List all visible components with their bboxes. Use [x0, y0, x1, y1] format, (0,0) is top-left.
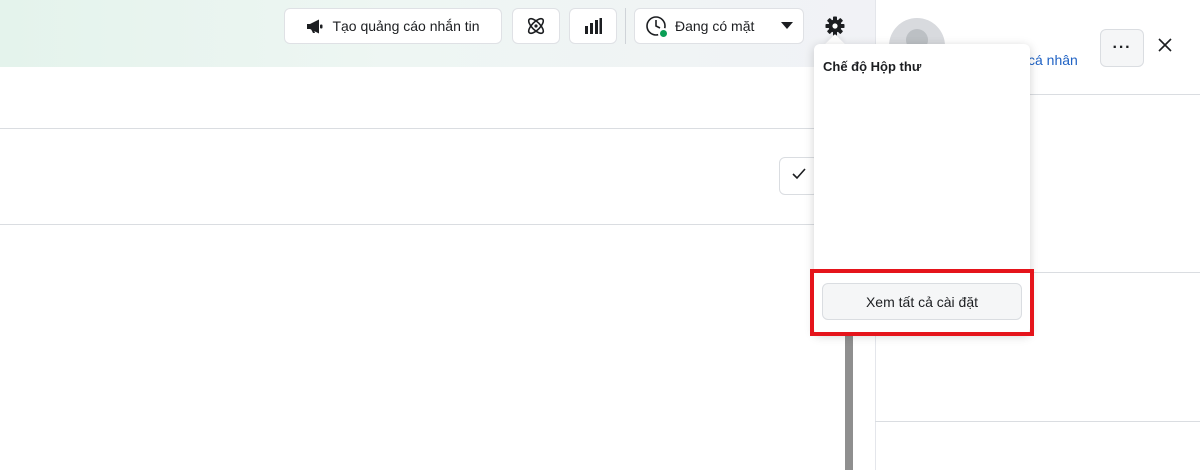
create-message-ad-label: Tạo quảng cáo nhắn tin [332, 18, 480, 34]
presence-icon [645, 15, 669, 39]
highlight-annotation-box [810, 269, 1034, 336]
automations-button[interactable] [512, 8, 560, 44]
presence-status-label: Đang có mặt [675, 18, 755, 34]
panel-divider [875, 421, 1200, 422]
panel-divider [1030, 272, 1200, 273]
online-status-dot [658, 28, 669, 39]
atom-icon [525, 15, 547, 37]
inbox-mode-heading: Chế độ Hộp thư [823, 59, 922, 74]
insights-button[interactable] [569, 8, 617, 44]
mark-done-button[interactable] [779, 157, 819, 195]
content-divider [0, 224, 815, 225]
presence-status-dropdown[interactable]: Đang có mặt [634, 8, 804, 44]
close-panel-button[interactable] [1152, 34, 1178, 60]
megaphone-icon [306, 18, 324, 34]
toolbar-divider [625, 8, 626, 44]
content-divider [0, 128, 815, 129]
scrollbar-thumb[interactable] [845, 335, 853, 470]
check-icon [791, 167, 807, 186]
close-icon [1158, 37, 1172, 57]
more-options-button[interactable]: ··· [1100, 29, 1144, 67]
gear-icon [825, 16, 845, 36]
panel-divider [1030, 94, 1200, 95]
bar-chart-icon [584, 17, 602, 35]
profile-link[interactable]: cá nhân [1028, 52, 1078, 68]
caret-down-icon [781, 22, 793, 30]
create-message-ad-button[interactable]: Tạo quảng cáo nhắn tin [284, 8, 502, 44]
